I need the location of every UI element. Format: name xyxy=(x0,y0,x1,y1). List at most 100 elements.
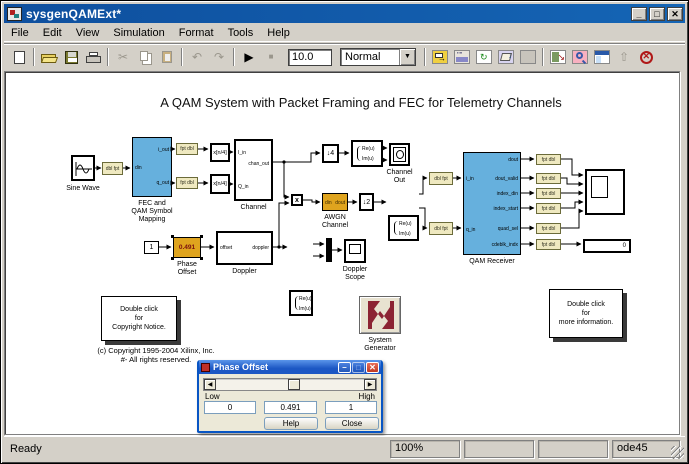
slider-thumb[interactable] xyxy=(288,379,300,390)
new-model-button[interactable] xyxy=(8,47,30,67)
awgn-channel-block[interactable]: din dout xyxy=(322,193,348,211)
target-connect-button[interactable]: → xyxy=(429,47,451,67)
upsample-block[interactable]: x[n/4] xyxy=(210,174,230,194)
stop-simulation-button[interactable]: ■ xyxy=(260,47,282,67)
undo-button[interactable]: ↶ xyxy=(186,47,208,67)
complex-to-reim-block[interactable]: Re(u) Im(u) xyxy=(351,140,383,167)
gateway-out-block[interactable]: fpt dbl xyxy=(176,143,198,155)
gateway-out-block[interactable]: fpt dbl xyxy=(536,223,561,234)
go-to-parent-button[interactable]: ⇧ xyxy=(613,47,635,67)
gateway-out-block[interactable]: fpt dbl xyxy=(536,154,561,165)
product-block[interactable]: x xyxy=(291,194,303,206)
channel-out-scope-block[interactable] xyxy=(389,143,410,166)
start-simulation-button[interactable]: ▶ xyxy=(238,47,260,67)
play-icon: ▶ xyxy=(244,51,253,63)
update-diagram-icon: ↻ xyxy=(476,50,492,64)
menu-file[interactable]: File xyxy=(4,25,36,41)
chevron-down-icon[interactable]: ▼ xyxy=(399,49,415,65)
update-diagram-button[interactable]: ↻ xyxy=(473,47,495,67)
dialog-close-icon[interactable]: ✕ xyxy=(366,362,379,373)
phase-offset-block[interactable]: 0.491 xyxy=(173,237,201,258)
menu-simulation[interactable]: Simulation xyxy=(106,25,171,41)
resize-grip[interactable] xyxy=(671,446,684,459)
fec-qam-mapping-block[interactable]: din i_out q_out xyxy=(132,137,172,197)
doppler-subsystem-block[interactable]: offset doppler xyxy=(216,231,273,265)
window-title: sysgenQAMExt* xyxy=(26,7,629,21)
close-button-dialog[interactable]: Close xyxy=(325,417,379,430)
dialog-maximize-button[interactable]: □ xyxy=(352,362,365,373)
receiver-scope-block[interactable] xyxy=(585,169,625,215)
slider-left-arrow[interactable]: ◀ xyxy=(204,379,216,390)
paste-button[interactable] xyxy=(156,47,178,67)
gateway-out-block[interactable]: fpt dbl xyxy=(536,203,561,214)
debug-button[interactable]: ↘ xyxy=(547,47,569,67)
slider-right-arrow[interactable]: ▶ xyxy=(364,379,376,390)
print-button[interactable] xyxy=(82,47,104,67)
doppler-scope-block[interactable] xyxy=(344,239,366,263)
sim-mode-select[interactable]: Normal ▼ xyxy=(340,48,416,66)
downsample4-block[interactable]: ↓4 xyxy=(322,144,339,163)
sim-stop-time-input[interactable] xyxy=(288,49,332,66)
selection-handle[interactable] xyxy=(200,235,203,238)
copy-button[interactable] xyxy=(134,47,156,67)
close-button[interactable]: ✕ xyxy=(667,7,683,21)
gateway-in-block[interactable]: dbl fpt xyxy=(429,222,453,235)
menu-help[interactable]: Help xyxy=(260,25,297,41)
redo-button[interactable]: ↷ xyxy=(208,47,230,67)
highlight-button[interactable]: ✕ xyxy=(635,47,657,67)
block-label: Channel Out xyxy=(379,169,420,185)
model-browser-button[interactable] xyxy=(591,47,613,67)
gateway-in-block[interactable]: dbl fpt xyxy=(102,162,123,175)
phase-offset-dialog[interactable]: Phase Offset – □ ✕ ◀ ▶ Low High Help Clo… xyxy=(197,360,383,433)
gateway-out-block[interactable]: fpt dbl xyxy=(536,188,561,199)
gateway-in-block[interactable]: dbl fpt xyxy=(429,172,453,185)
current-value-field[interactable] xyxy=(264,401,317,414)
phase-offset-slider[interactable]: ◀ ▶ xyxy=(203,378,377,391)
signal-dimensions-button[interactable]: '''' xyxy=(451,47,473,67)
sine-curve-icon xyxy=(74,158,94,180)
min-value-field[interactable] xyxy=(204,401,256,414)
complex-to-reim-block[interactable]: Re(u) Im(u) xyxy=(289,290,313,316)
stop-icon: ■ xyxy=(269,53,274,61)
dialog-title: Phase Offset xyxy=(213,362,337,372)
sine-wave-block[interactable] xyxy=(71,155,95,181)
display-block[interactable]: 0 xyxy=(583,239,631,253)
max-value-field[interactable] xyxy=(325,401,377,414)
minimize-button[interactable]: _ xyxy=(631,7,647,21)
simulink-window: sysgenQAMExt* _ □ ✕ File Edit View Simul… xyxy=(0,0,689,464)
help-button[interactable]: Help xyxy=(264,417,318,430)
menu-format[interactable]: Format xyxy=(172,25,221,41)
selection-handle[interactable] xyxy=(171,257,174,260)
upsample-block[interactable]: x[n/4] xyxy=(210,143,230,162)
downsample2-block[interactable]: ↓2 xyxy=(359,193,374,211)
copyright-notice-box[interactable]: Double click for Copyright Notice. xyxy=(101,296,177,341)
menu-view[interactable]: View xyxy=(69,25,107,41)
menu-tools[interactable]: Tools xyxy=(221,25,261,41)
maximize-button[interactable]: □ xyxy=(649,7,665,21)
dialog-minimize-button[interactable]: – xyxy=(338,362,351,373)
block-label: System Generator xyxy=(351,337,409,353)
gateway-out-block[interactable]: fpt dbl xyxy=(536,173,561,184)
mux-block[interactable] xyxy=(326,238,332,262)
build-all-button[interactable] xyxy=(517,47,539,67)
model-explorer-button[interactable]: ↓ xyxy=(495,47,517,67)
gateway-out-block[interactable]: fpt dbl xyxy=(536,239,561,250)
more-information-box[interactable]: Double click for more information. xyxy=(549,289,623,338)
qam-receiver-block[interactable]: i_in q_in dout dout_valid index_din inde… xyxy=(463,152,521,255)
open-model-button[interactable] xyxy=(38,47,60,67)
title-bar[interactable]: sysgenQAMExt* _ □ ✕ xyxy=(4,4,685,23)
save-model-button[interactable] xyxy=(60,47,82,67)
selection-handle[interactable] xyxy=(171,235,174,238)
status-panel-empty xyxy=(464,440,534,458)
complex-to-reim-block[interactable]: Re(u) Im(u) xyxy=(388,215,419,241)
cut-button[interactable]: ✂ xyxy=(112,47,134,67)
system-generator-block[interactable] xyxy=(359,296,401,334)
gateway-out-block[interactable]: fpt dbl xyxy=(176,177,198,189)
port-label: chan_out xyxy=(248,161,269,167)
selection-handle[interactable] xyxy=(200,257,203,260)
channel-subsystem-block[interactable]: I_in chan_out Q_in xyxy=(234,139,273,201)
find-button[interactable] xyxy=(569,47,591,67)
menu-edit[interactable]: Edit xyxy=(36,25,69,41)
constant-block[interactable]: 1 xyxy=(144,241,159,254)
dialog-title-bar[interactable]: Phase Offset – □ ✕ xyxy=(199,360,381,374)
